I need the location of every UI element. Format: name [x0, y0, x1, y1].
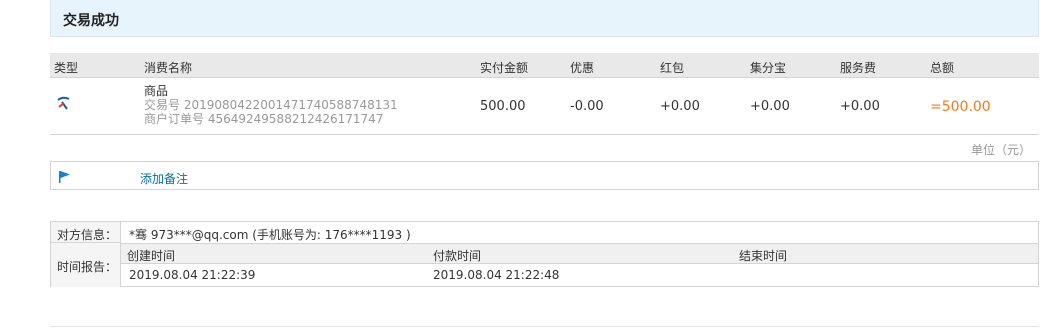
created-time: 2019.08.04 21:22:39 — [129, 268, 256, 282]
page-title: 交易成功 — [63, 13, 119, 29]
status-header: 交易成功 — [50, 0, 1039, 37]
counterpart-value: *骞 973***@qq.com (手机账号为: 176****1193 ) — [129, 228, 411, 242]
actual-amount: 500.00 — [480, 99, 526, 114]
column-jifenbao: 集分宝 — [750, 61, 787, 75]
time-report-label: 时间报告： — [51, 243, 121, 287]
goods-info: 商品 交易号 2019080422001471740588748131 商户订单… — [144, 84, 398, 126]
counterpart-label: 对方信息： — [51, 222, 121, 243]
time-value-row: 2019.08.04 21:22:39 2019.08.04 21:22:48 — [121, 265, 1038, 287]
column-actual: 实付金额 — [480, 61, 529, 75]
transfer-icon — [56, 95, 72, 115]
trade-number: 交易号 2019080422001471740588748131 — [144, 98, 398, 112]
merchant-order-number: 商户订单号 45649249588212426171747 — [144, 112, 384, 126]
jifenbao-amount: +0.00 — [750, 99, 790, 114]
end-time-header: 结束时间 — [739, 249, 788, 263]
add-note-link[interactable]: 添加备注 — [140, 170, 188, 187]
column-name: 消费名称 — [144, 61, 193, 75]
divider — [50, 326, 1039, 327]
unit-label: 单位（元） — [970, 143, 1031, 157]
column-fee: 服务费 — [840, 61, 877, 75]
time-header-row: 创建时间 付款时间 结束时间 — [121, 243, 1038, 264]
column-total: 总额 — [930, 61, 955, 75]
discount-amount: -0.00 — [570, 99, 604, 114]
flag-icon — [58, 169, 72, 188]
fee-amount: +0.00 — [840, 99, 880, 114]
table-header: 类型 消费名称 实付金额 优惠 红包 集分宝 服务费 总额 — [50, 53, 1039, 78]
total-amount: =500.00 — [930, 99, 991, 115]
table-row: 商品 交易号 2019080422001471740588748131 商户订单… — [50, 78, 1039, 135]
hongbao-amount: +0.00 — [660, 99, 700, 114]
transaction-info: 对方信息： *骞 973***@qq.com (手机账号为: 176****11… — [50, 221, 1039, 287]
column-type: 类型 — [54, 61, 79, 75]
note-bar: 添加备注 — [50, 161, 1039, 190]
paid-time: 2019.08.04 21:22:48 — [433, 268, 560, 282]
goods-name: 商品 — [144, 84, 169, 98]
column-hongbao: 红包 — [660, 61, 685, 75]
created-time-header: 创建时间 — [127, 249, 176, 263]
paid-time-header: 付款时间 — [433, 249, 482, 263]
column-discount: 优惠 — [570, 61, 595, 75]
